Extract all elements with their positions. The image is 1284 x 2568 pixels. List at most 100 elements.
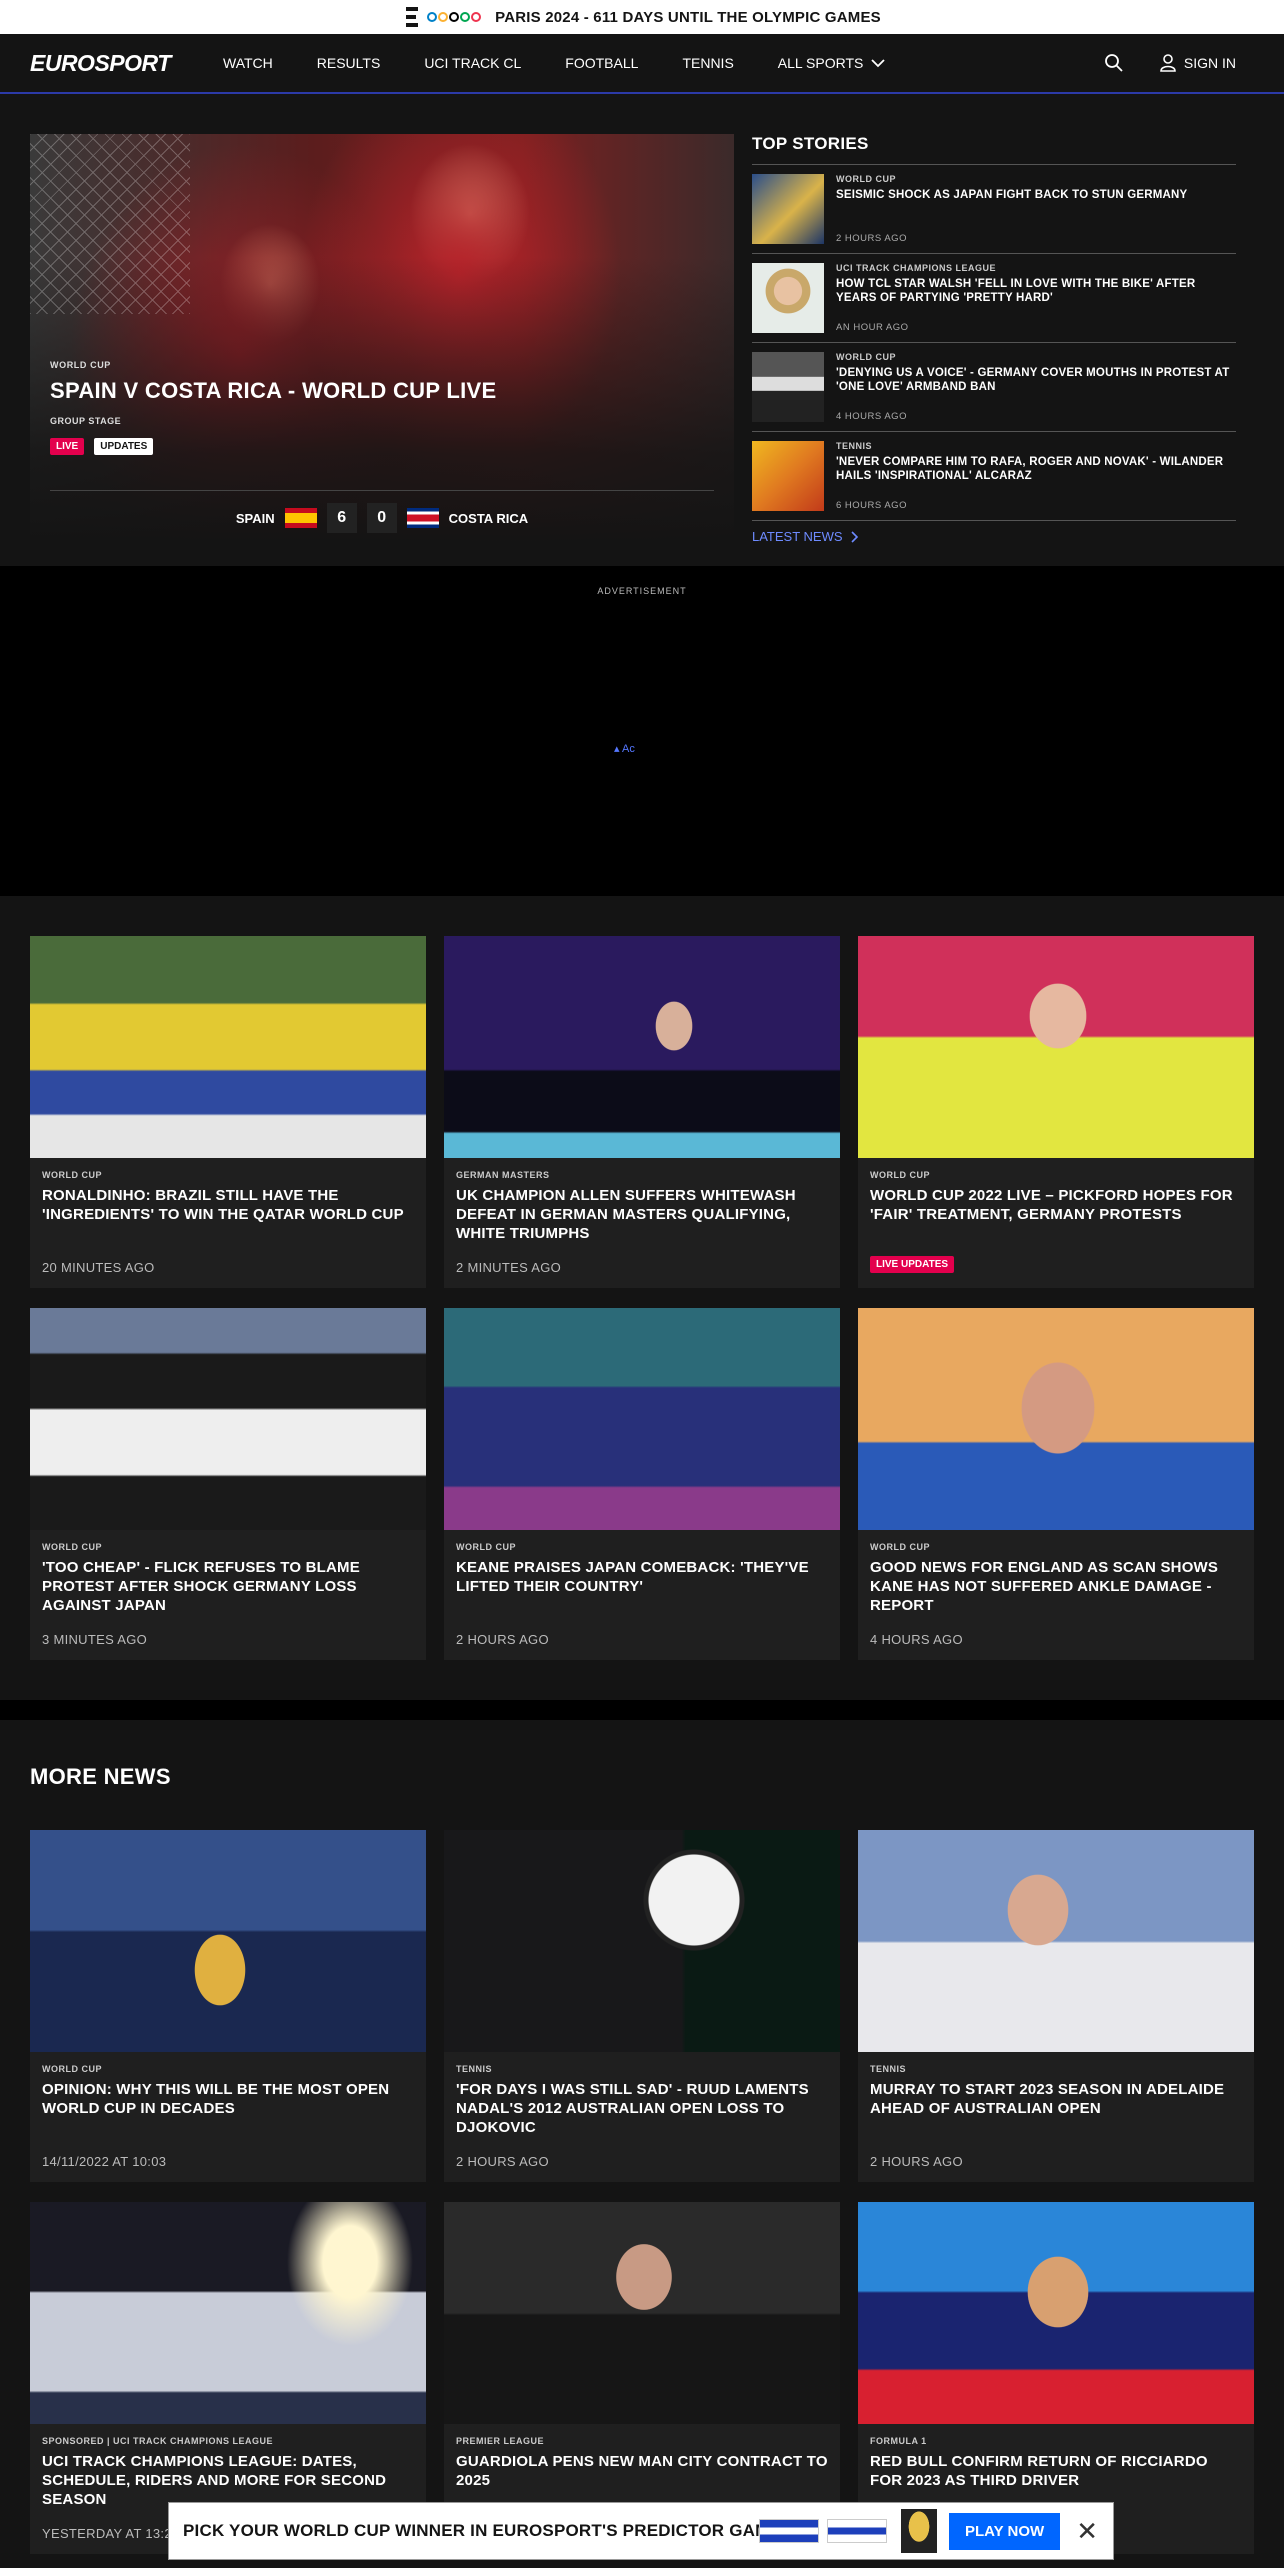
olympics-countdown: PARIS 2024 - 611 DAYS UNTIL THE OLYMPIC … (495, 8, 881, 26)
top-story-kicker: TENNIS (836, 441, 873, 451)
nav-item-results[interactable]: RESULTS (299, 55, 407, 71)
nav-item-uci-track-cl[interactable]: UCI TRACK CL (406, 55, 547, 71)
user-icon (1160, 54, 1176, 72)
top-story-kicker: UCI TRACK CHAMPIONS LEAGUE (836, 263, 997, 273)
news-card[interactable]: TENNIS MURRAY TO START 2023 SEASON IN AD… (858, 1830, 1254, 2182)
away-team: COSTA RICA (448, 510, 529, 526)
all-sports-label: ALL SPORTS (777, 55, 864, 71)
news-card[interactable]: WORLD CUP KEANE PRAISES JAPAN COMEBACK: … (444, 1308, 840, 1660)
nav-actions: SIGN IN (1104, 53, 1236, 73)
news-card-body: GERMAN MASTERS UK CHAMPION ALLEN SUFFERS… (444, 1158, 840, 1255)
top-story-body: TENNIS 'NEVER COMPARE HIM TO RAFA, ROGER… (836, 441, 1236, 511)
top-story-title[interactable]: 'DENYING US A VOICE' - GERMANY COVER MOU… (836, 366, 1236, 395)
nav-item-watch[interactable]: WATCH (205, 55, 299, 71)
news-card-body: PREMIER LEAGUE GUARDIOLA PENS NEW MAN CI… (444, 2424, 840, 2502)
news-card-image (444, 936, 840, 1158)
olympics-banner[interactable]: PARIS 2024 - 611 DAYS UNTIL THE OLYMPIC … (0, 0, 1284, 34)
top-story-item[interactable]: WORLD CUP SEISMIC SHOCK AS JAPAN FIGHT B… (752, 165, 1236, 254)
news-card[interactable]: WORLD CUP WORLD CUP 2022 LIVE – PICKFORD… (858, 936, 1254, 1288)
news-card-image (858, 1308, 1254, 1530)
news-card-title[interactable]: GUARDIOLA PENS NEW MAN CITY CONTRACT TO … (456, 2452, 828, 2490)
hero-subtitle: GROUP STAGE (50, 416, 122, 426)
news-card-image (444, 2202, 840, 2424)
news-grid: WORLD CUP RONALDINHO: BRAZIL STILL HAVE … (0, 896, 1284, 1718)
news-card-title[interactable]: OPINION: WHY THIS WILL BE THE MOST OPEN … (42, 2080, 414, 2118)
news-card-body: TENNIS 'FOR DAYS I WAS STILL SAD' - RUUD… (444, 2052, 840, 2149)
news-card-title[interactable]: MURRAY TO START 2023 SEASON IN ADELAIDE … (870, 2080, 1242, 2118)
news-card-image (30, 1308, 426, 1530)
news-card-body: WORLD CUP GOOD NEWS FOR ENGLAND AS SCAN … (858, 1530, 1254, 1627)
chevron-right-icon (850, 530, 858, 543)
spain-flag-icon (284, 508, 317, 528)
section-divider (0, 1700, 1284, 1720)
news-card-kicker: WORLD CUP (870, 1170, 930, 1180)
hero-title[interactable]: SPAIN V COSTA RICA - WORLD CUP LIVE (50, 378, 714, 404)
hero-section: WORLD CUP SPAIN V COSTA RICA - WORLD CUP… (0, 96, 1284, 566)
news-card-title[interactable]: 'TOO CHEAP' - FLICK REFUSES TO BLAME PRO… (42, 1558, 414, 1615)
eurosport-e-icon (403, 5, 421, 29)
news-card[interactable]: WORLD CUP 'TOO CHEAP' - FLICK REFUSES TO… (30, 1308, 426, 1660)
nav-item-football[interactable]: FOOTBALL (547, 55, 664, 71)
hero-tags: LIVE UPDATES (50, 438, 714, 455)
predictor-banner[interactable]: PICK YOUR WORLD CUP WINNER IN EUROSPORT'… (168, 2502, 1114, 2560)
news-card-title[interactable]: RONALDINHO: BRAZIL STILL HAVE THE 'INGRE… (42, 1186, 414, 1224)
eurosport-logo[interactable]: EUROSPORT (30, 50, 195, 77)
hero-card[interactable]: WORLD CUP SPAIN V COSTA RICA - WORLD CUP… (30, 134, 734, 544)
top-story-kicker: WORLD CUP (836, 174, 896, 184)
news-card[interactable]: TENNIS 'FOR DAYS I WAS STILL SAD' - RUUD… (444, 1830, 840, 2182)
advertisement-label: ADVERTISEMENT (597, 586, 687, 596)
news-card-kicker: FORMULA 1 (870, 2436, 927, 2446)
hero-kicker: WORLD CUP (50, 360, 111, 370)
scoreboard[interactable]: SPAIN 6 0 COSTA RICA (50, 490, 714, 533)
top-story-body: UCI TRACK CHAMPIONS LEAGUE HOW TCL STAR … (836, 263, 1236, 333)
news-card-title[interactable]: RED BULL CONFIRM RETURN OF RICCIARDO FOR… (870, 2452, 1242, 2490)
news-card-title[interactable]: 'FOR DAYS I WAS STILL SAD' - RUUD LAMENT… (456, 2080, 828, 2137)
top-story-item[interactable]: WORLD CUP 'DENYING US A VOICE' - GERMANY… (752, 343, 1236, 432)
search-icon[interactable] (1104, 53, 1124, 73)
sign-in-button[interactable]: SIGN IN (1160, 54, 1236, 72)
news-card-body: WORLD CUP KEANE PRAISES JAPAN COMEBACK: … (444, 1530, 840, 1608)
news-card-title[interactable]: WORLD CUP 2022 LIVE – PICKFORD HOPES FOR… (870, 1186, 1242, 1224)
advertisement[interactable]: ADVERTISEMENT ▴ Ac (0, 566, 1284, 896)
top-story-body: WORLD CUP SEISMIC SHOCK AS JAPAN FIGHT B… (836, 174, 1187, 244)
news-card-image (858, 2202, 1254, 2424)
olympics-marks (403, 5, 482, 29)
news-card-image (444, 1308, 840, 1530)
news-card-time: 4 HOURS AGO (870, 1632, 963, 1647)
away-score: 0 (366, 503, 397, 533)
news-card-time: 2 MINUTES AGO (456, 1260, 562, 1275)
top-story-item[interactable]: UCI TRACK CHAMPIONS LEAGUE HOW TCL STAR … (752, 254, 1236, 343)
play-now-button[interactable]: PLAY NOW (949, 2512, 1061, 2550)
sign-in-label: SIGN IN (1183, 55, 1236, 71)
latest-news-link[interactable]: LATEST NEWS (752, 529, 1236, 544)
news-card-body: WORLD CUP 'TOO CHEAP' - FLICK REFUSES TO… (30, 1530, 426, 1627)
news-card-title[interactable]: GOOD NEWS FOR ENGLAND AS SCAN SHOWS KANE… (870, 1558, 1242, 1615)
news-card[interactable]: WORLD CUP GOOD NEWS FOR ENGLAND AS SCAN … (858, 1308, 1254, 1660)
news-card-title[interactable]: UCI TRACK CHAMPIONS LEAGUE: DATES, SCHED… (42, 2452, 414, 2509)
chevron-down-icon (871, 59, 886, 68)
ad-marker: ▴ Ac (614, 743, 635, 755)
news-card-title[interactable]: KEANE PRAISES JAPAN COMEBACK: 'THEY'VE L… (456, 1558, 828, 1596)
news-card-kicker: PREMIER LEAGUE (456, 2436, 545, 2446)
news-card-body: WORLD CUP OPINION: WHY THIS WILL BE THE … (30, 2052, 426, 2130)
news-card[interactable]: WORLD CUP RONALDINHO: BRAZIL STILL HAVE … (30, 936, 426, 1288)
close-icon[interactable]: ✕ (1076, 2516, 1098, 2547)
top-story-item[interactable]: TENNIS 'NEVER COMPARE HIM TO RAFA, ROGER… (752, 432, 1236, 521)
nav-menu: WATCH RESULTS UCI TRACK CL FOOTBALL TENN… (205, 55, 911, 71)
nav-item-all-sports[interactable]: ALL SPORTS (760, 55, 912, 71)
news-card-kicker: WORLD CUP (456, 1542, 516, 1552)
top-story-title[interactable]: SEISMIC SHOCK AS JAPAN FIGHT BACK TO STU… (836, 188, 1187, 202)
nav-item-tennis[interactable]: TENNIS (664, 55, 759, 71)
news-card-image (30, 1830, 426, 2052)
news-card[interactable]: WORLD CUP OPINION: WHY THIS WILL BE THE … (30, 1830, 426, 2182)
news-card[interactable]: GERMAN MASTERS UK CHAMPION ALLEN SUFFERS… (444, 936, 840, 1288)
top-story-title[interactable]: 'NEVER COMPARE HIM TO RAFA, ROGER AND NO… (836, 455, 1236, 484)
top-story-title[interactable]: HOW TCL STAR WALSH 'FELL IN LOVE WITH TH… (836, 277, 1236, 306)
flag-icon (759, 2519, 819, 2543)
top-story-thumbnail (752, 174, 824, 244)
more-news-section: MORE NEWS WORLD CUP OPINION: WHY THIS WI… (0, 1720, 1284, 2568)
olympic-rings-icon (427, 12, 482, 22)
news-card-time: YESTERDAY AT 13:2 (42, 2526, 172, 2541)
news-card-title[interactable]: UK CHAMPION ALLEN SUFFERS WHITEWASH DEFE… (456, 1186, 828, 1243)
main-nav: EUROSPORT WATCH RESULTS UCI TRACK CL FOO… (0, 34, 1284, 94)
